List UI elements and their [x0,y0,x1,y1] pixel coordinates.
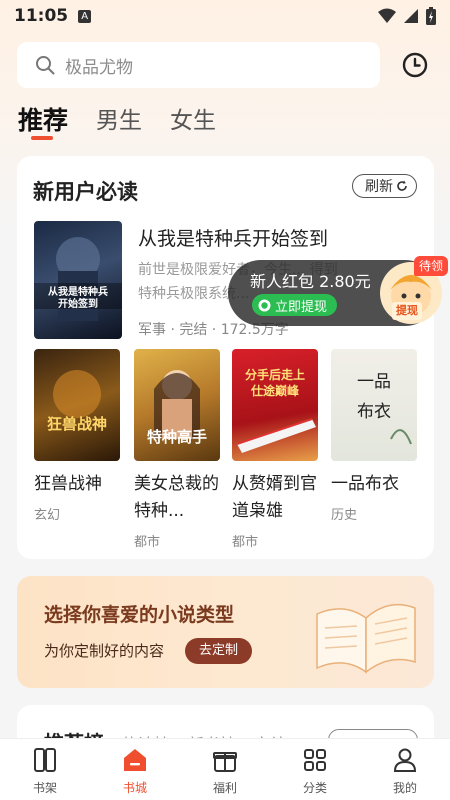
tab-recommend[interactable]: 推荐 [18,101,68,137]
status-icons [378,7,436,25]
category-icon [304,749,326,771]
book-genre: 历史 [331,508,358,523]
featured-book-cover[interactable]: 从我是特种兵 开始签到 [34,221,122,339]
nav-bookshelf[interactable]: 书架 [0,739,90,800]
book-item[interactable]: 狂兽战神 狂兽战神 玄幻 [34,349,120,523]
nav-label: 分类 [302,781,327,795]
red-packet-text: 新人红包 2.80元 [250,272,371,291]
book-item[interactable]: 一品 布衣 一品布衣 历史 [331,349,417,523]
gift-icon [213,752,237,772]
profile-icon [393,748,417,772]
book-item[interactable]: 特种高手 美女总裁的特种... 都市 [134,349,220,550]
history-clock-icon[interactable] [400,50,430,80]
pending-badge: 待领 [414,256,449,276]
customize-button[interactable]: 去定制 [185,638,253,664]
channel-tabs: 推荐 男生 女生 [18,101,216,137]
tab-female[interactable]: 女生 [170,101,216,137]
svg-text:仕途巅峰: 仕途巅峰 [250,383,300,398]
book-genre: 玄幻 [34,508,61,523]
status-time: 11:05 [14,6,69,26]
withdraw-tag[interactable]: 提现 [392,302,422,320]
search-placeholder: 极品尤物 [65,57,133,78]
bookstore-icon [124,749,146,771]
nav-category[interactable]: 分类 [270,739,360,800]
customize-banner[interactable]: 选择你喜爱的小说类型 为你定制好的内容 去定制 [17,576,434,688]
nav-label: 书架 [32,781,57,795]
new-user-card: 新用户必读 刷新 从我是特种兵 开始签到 从我是特种兵开始签到 前世是极限爱好者… [17,156,434,559]
svg-text:狂兽战神: 狂兽战神 [47,415,107,433]
bookshelf-icon [34,748,56,772]
book-title: 一品布衣 [331,474,399,494]
refresh-label: 刷新 [365,179,393,195]
signal-icon [404,9,418,23]
book-cover: 一品 布衣 [331,349,417,461]
open-book-icon [316,603,416,674]
nav-welfare[interactable]: 福利 [180,739,270,800]
book-title: 从赘婿到官道枭雄 [232,474,317,521]
withdraw-now-button[interactable]: 立即提现 [252,294,338,316]
book-title: 美女总裁的特种... [134,474,219,521]
battery-icon [426,7,436,25]
search-icon [36,56,55,75]
withdraw-now-label: 立即提现 [275,299,328,315]
banner-title: 选择你喜爱的小说类型 [44,604,235,626]
book-cover: 特种高手 [134,349,220,461]
book-cover: 狂兽战神 [34,349,120,461]
svg-text:布衣: 布衣 [357,402,391,422]
status-bar: 11:05 A [0,0,450,32]
banner-subtitle: 为你定制好的内容 [44,642,165,660]
nav-label: 福利 [212,781,237,795]
tab-male[interactable]: 男生 [96,101,142,137]
book-genre: 都市 [134,535,161,550]
svg-text:开始签到: 开始签到 [58,297,98,310]
nav-label: 书城 [122,781,147,795]
wechat-icon [258,299,271,311]
status-indicator-icon: A [78,9,92,23]
svg-text:从我是特种兵: 从我是特种兵 [48,285,108,298]
nav-bookstore[interactable]: 书城 [90,739,180,800]
book-item[interactable]: 分手后走上 仕途巅峰 从赘婿到官道枭雄 都市 [232,349,318,550]
featured-book-title[interactable]: 从我是特种兵开始签到 [138,224,328,251]
book-title: 狂兽战神 [34,474,102,494]
book-genre: 都市 [232,535,259,550]
book-cover: 分手后走上 仕途巅峰 [232,349,318,461]
active-tab-indicator [31,136,53,140]
nav-label: 我的 [392,781,417,795]
bottom-nav: 书架 书城 福利 分类 我的 [0,738,450,800]
search-input[interactable]: 极品尤物 [17,42,380,88]
svg-text:分手后走上: 分手后走上 [245,367,305,382]
svg-text:特种高手: 特种高手 [147,428,207,446]
nav-profile[interactable]: 我的 [360,739,450,800]
svg-text:一品: 一品 [357,372,391,392]
section-title: 新用户必读 [33,180,138,204]
wifi-icon [378,8,396,23]
refresh-button[interactable]: 刷新 [352,174,417,198]
refresh-icon [397,180,407,191]
